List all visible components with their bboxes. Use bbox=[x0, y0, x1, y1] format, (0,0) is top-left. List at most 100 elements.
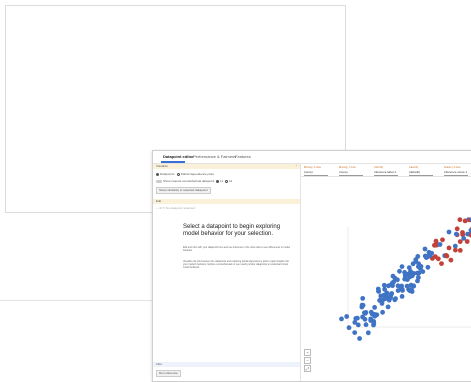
scatter-x-control[interactable]: Scatter | X-AxisInference score 1 bbox=[444, 166, 468, 175]
datapoint[interactable] bbox=[344, 314, 349, 319]
datapoint[interactable] bbox=[460, 230, 465, 235]
right-panel: Binning | X-Axis(none) Binning | Y-Axis(… bbox=[301, 164, 471, 381]
label-by-value: (default) bbox=[409, 170, 433, 174]
datapoint[interactable] bbox=[355, 316, 360, 321]
datapoint[interactable] bbox=[447, 230, 452, 235]
label-by-control[interactable]: Label By(default) bbox=[409, 166, 433, 175]
datapoint[interactable] bbox=[453, 248, 458, 253]
datapoint[interactable] bbox=[372, 314, 377, 319]
datapoint[interactable] bbox=[339, 317, 344, 322]
datapoint[interactable] bbox=[405, 284, 410, 289]
tab-features[interactable]: Features bbox=[235, 154, 251, 159]
datapoint[interactable] bbox=[428, 253, 433, 258]
datapoint[interactable] bbox=[391, 274, 396, 279]
datapoint[interactable] bbox=[400, 264, 405, 269]
datapoint[interactable] bbox=[440, 237, 445, 242]
datapoint[interactable] bbox=[400, 288, 405, 293]
scatter-x-value: Inference score 1 bbox=[444, 170, 468, 174]
left-panel: Visualize ^ Datapoints Partial dependenc… bbox=[153, 164, 301, 381]
datapoint[interactable] bbox=[352, 320, 357, 325]
datapoint[interactable] bbox=[364, 322, 369, 327]
l1-radio[interactable] bbox=[216, 180, 219, 183]
zoom-out-button[interactable]: − bbox=[304, 357, 311, 364]
visualize-radio-group: Datapoints Partial dependence plots bbox=[156, 172, 214, 176]
color-by-control[interactable]: Color ByInference label 1 bbox=[374, 166, 398, 175]
datapoint[interactable] bbox=[410, 289, 415, 294]
datapoint[interactable] bbox=[439, 261, 444, 266]
datapoint[interactable] bbox=[396, 288, 401, 293]
datapoint[interactable] bbox=[357, 336, 362, 341]
delete-icon[interactable]: ✕ bbox=[163, 206, 165, 210]
counterfactual-toggle[interactable] bbox=[156, 180, 162, 183]
datapoint[interactable] bbox=[366, 330, 371, 335]
prev-icon[interactable]: ‹ bbox=[156, 206, 157, 210]
datapoint[interactable] bbox=[347, 325, 352, 330]
binning-y-control[interactable]: Binning | Y-Axis(none) bbox=[339, 166, 363, 175]
datapoints-layer bbox=[339, 215, 471, 341]
counterfactual-row: Show nearest counterfactual datapoint L1… bbox=[156, 179, 232, 183]
datapoint[interactable] bbox=[386, 305, 391, 310]
binning-y-value: (none) bbox=[339, 170, 363, 174]
datapoint[interactable] bbox=[397, 269, 402, 274]
datapoint[interactable] bbox=[454, 232, 459, 237]
tab-performance-fairness[interactable]: Performance & Fairness bbox=[193, 154, 236, 159]
datapoint[interactable] bbox=[380, 310, 385, 315]
datapoint[interactable] bbox=[449, 258, 454, 263]
color-by-label: Color By bbox=[374, 166, 383, 169]
zoom-in-button[interactable]: + bbox=[304, 349, 311, 356]
datapoint[interactable] bbox=[455, 226, 460, 231]
datapoint[interactable] bbox=[352, 330, 357, 335]
datapoint[interactable] bbox=[400, 294, 405, 299]
datapoint[interactable] bbox=[432, 243, 437, 248]
l2-radio[interactable] bbox=[225, 180, 228, 183]
datapoint[interactable] bbox=[369, 310, 374, 315]
datapoint[interactable] bbox=[423, 247, 428, 252]
datapoint[interactable] bbox=[407, 271, 412, 276]
datapoint[interactable] bbox=[364, 310, 369, 315]
datapoints-radio[interactable] bbox=[156, 173, 159, 176]
datapoint[interactable] bbox=[360, 296, 365, 301]
datapoint[interactable] bbox=[415, 279, 420, 284]
scatter-plot[interactable] bbox=[301, 177, 471, 381]
datapoint[interactable] bbox=[458, 217, 463, 222]
binning-x-value: (none) bbox=[304, 170, 328, 174]
binning-x-control[interactable]: Binning | X-Axis(none) bbox=[304, 166, 328, 175]
run-inference-button[interactable]: Run inference bbox=[156, 370, 181, 377]
datapoint[interactable] bbox=[444, 253, 449, 258]
datapoint[interactable] bbox=[426, 265, 431, 270]
next-icon[interactable]: › bbox=[158, 206, 159, 210]
datapoint[interactable] bbox=[411, 261, 416, 266]
duplicate-icon[interactable]: ⧉ bbox=[160, 206, 162, 210]
section-edit-header[interactable]: Edit bbox=[153, 199, 300, 204]
datapoint[interactable] bbox=[434, 239, 439, 244]
datapoint[interactable] bbox=[418, 266, 423, 271]
datapoint[interactable] bbox=[377, 298, 382, 303]
datapoint[interactable] bbox=[463, 219, 468, 224]
datapoint[interactable] bbox=[361, 303, 366, 308]
datapoint[interactable] bbox=[438, 242, 443, 247]
datapoint[interactable] bbox=[458, 239, 463, 244]
datapoint[interactable] bbox=[458, 248, 463, 253]
datapoint[interactable] bbox=[392, 297, 397, 302]
similarity-button[interactable]: Show similarity to selected datapoint bbox=[156, 187, 211, 194]
datapoint[interactable] bbox=[368, 317, 373, 322]
chevron-up-icon[interactable]: ^ bbox=[296, 164, 297, 169]
empty-state-paragraph-2: Visualize the link between the datapoint… bbox=[183, 260, 293, 269]
datapoint[interactable] bbox=[376, 289, 381, 294]
datapoint[interactable] bbox=[382, 287, 387, 292]
pdp-radio[interactable] bbox=[177, 173, 180, 176]
datapoint[interactable] bbox=[447, 246, 452, 251]
datapoint[interactable] bbox=[381, 293, 386, 298]
datapoint[interactable] bbox=[391, 280, 396, 285]
tab-datapoint-editor[interactable]: Datapoint editor bbox=[163, 154, 194, 159]
section-visualize-header[interactable]: Visualize ^ bbox=[153, 164, 300, 169]
datapoint[interactable] bbox=[371, 323, 376, 328]
datapoint[interactable] bbox=[436, 256, 441, 261]
section-edit-title: Edit bbox=[156, 199, 161, 203]
datapoint-placeholder: No datapoint selected bbox=[166, 206, 195, 210]
datapoint[interactable] bbox=[372, 305, 377, 310]
datapoint[interactable] bbox=[387, 298, 392, 303]
section-infer-header[interactable]: Infer bbox=[153, 362, 300, 367]
datapoint[interactable] bbox=[389, 291, 394, 296]
datapoint[interactable] bbox=[411, 284, 416, 289]
